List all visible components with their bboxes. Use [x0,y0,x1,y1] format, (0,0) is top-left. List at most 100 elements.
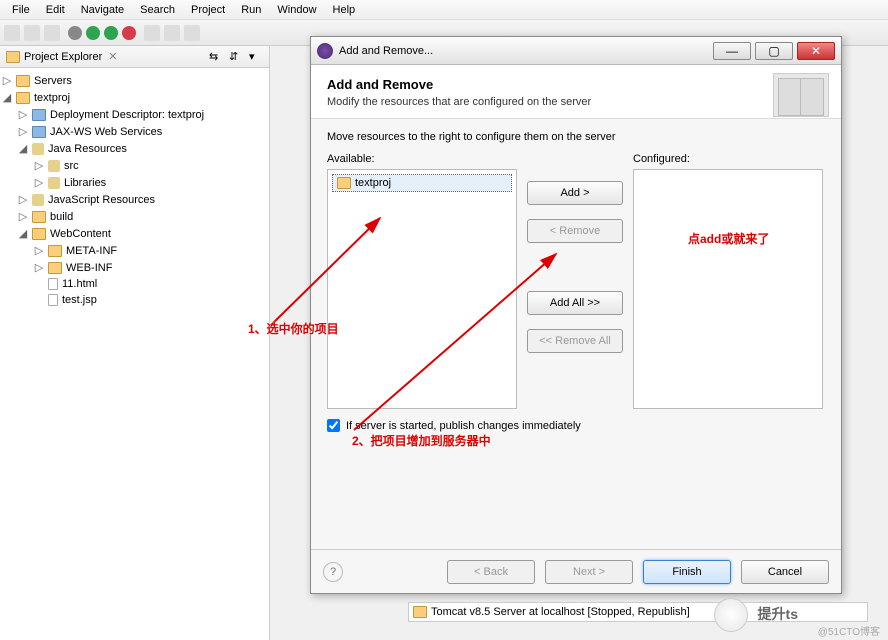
expand-icon[interactable]: ◢ [18,227,28,240]
run-icon[interactable] [86,26,100,40]
remove-all-button[interactable]: << Remove All [527,329,623,353]
search-icon[interactable] [164,25,180,41]
expand-icon[interactable]: ◢ [2,91,12,104]
tree-item-label: WEB-INF [66,262,112,274]
eclipse-icon [317,43,333,59]
expand-icon[interactable]: ▷ [34,176,44,189]
finish-button[interactable]: Finish [643,560,731,584]
menu-file[interactable]: File [4,2,38,18]
folder-icon [16,92,30,104]
server-status-label: Tomcat v8.5 Server at localhost [Stopped… [431,606,690,618]
tree-item[interactable]: 11.html [0,276,269,292]
menu-navigate[interactable]: Navigate [73,2,132,18]
expand-icon[interactable]: ▷ [34,261,44,274]
available-item-label: textproj [355,177,391,189]
tree-item[interactable]: ▷JavaScript Resources [0,191,269,208]
next-button[interactable]: Next > [545,560,633,584]
toolbar-group-file [4,25,60,41]
tree-item[interactable]: ◢ WebContent [0,225,269,242]
project-tree[interactable]: ▷Servers ◢ textproj ▷ Deployment Descriptor:… [0,68,269,312]
expand-icon[interactable]: ▷ [18,193,28,206]
expand-icon[interactable]: ▷ [34,159,44,172]
help-icon[interactable]: ? [323,562,343,582]
configured-list[interactable] [633,169,823,409]
tree-item[interactable]: ▷ Deployment Descriptor: textproj [0,106,269,123]
tree-item[interactable]: ◢ textproj [0,89,269,106]
back-button[interactable]: < Back [447,560,535,584]
stop-icon[interactable] [122,26,136,40]
dialog-subheading: Modify the resources that are configured… [327,96,825,108]
available-item-textproj[interactable]: textproj [332,174,512,192]
expand-icon[interactable]: ▷ [34,244,44,257]
tree-item[interactable]: ▷JAX-WS Web Services [0,123,269,140]
wechat-avatar-icon [714,598,748,632]
minimize-button[interactable]: — [713,42,751,60]
folder-icon [48,245,62,257]
save-icon[interactable] [24,25,40,41]
tree-item[interactable]: ▷Libraries [0,174,269,191]
tree-item[interactable]: ▷ build [0,208,269,225]
new-icon[interactable] [4,25,20,41]
menu-window[interactable]: Window [269,2,324,18]
dialog-instruction: Move resources to the right to configure… [327,131,825,143]
expand-icon[interactable]: ◢ [18,142,28,155]
tree-item-label: Deployment Descriptor: textproj [50,109,204,121]
collapse-all-icon[interactable]: ⇆ [209,50,223,64]
menu-help[interactable]: Help [325,2,364,18]
blue-icon [32,109,46,121]
transfer-buttons: Add > < Remove Add All >> << Remove All [527,153,623,409]
menu-run[interactable]: Run [233,2,269,18]
project-explorer-header: Project Explorer ✕ ⇆ ⇵ ▾ [0,46,269,68]
publish-checkbox-row[interactable]: If server is started, publish changes im… [327,419,825,432]
remove-button[interactable]: < Remove [527,219,623,243]
view-menu-icon[interactable]: ▾ [249,50,263,64]
pkg-icon [32,143,44,155]
package-icon[interactable] [144,25,160,41]
menubar: File Edit Navigate Search Project Run Wi… [0,0,888,20]
tree-item-label: Java Resources [48,143,127,155]
toolbar-group-misc [144,25,200,41]
menu-edit[interactable]: Edit [38,2,73,18]
tree-item[interactable]: ▷Servers [0,72,269,89]
save-all-icon[interactable] [44,25,60,41]
tree-item-label: META-INF [66,245,117,257]
project-explorer-title: Project Explorer [24,51,102,63]
file-icon [48,278,58,290]
tree-item-label: 11.html [62,278,97,290]
publish-checkbox-label: If server is started, publish changes im… [346,420,581,432]
tree-item[interactable]: ▷src [0,157,269,174]
view-close-icon[interactable]: ✕ [106,50,119,63]
dialog-heading: Add and Remove [327,77,825,92]
add-button[interactable]: Add > [527,181,623,205]
dialog-header: Add and Remove Modify the resources that… [311,65,841,119]
expand-icon[interactable]: ▷ [18,125,28,138]
expand-icon[interactable]: ▷ [18,210,28,223]
publish-checkbox[interactable] [327,419,340,432]
debug-icon[interactable] [68,26,82,40]
expand-icon[interactable]: ▷ [2,74,12,87]
expand-icon[interactable]: ▷ [18,108,28,121]
run-last-icon[interactable] [104,26,118,40]
tree-item-label: test.jsp [62,294,97,306]
link-editor-icon[interactable]: ⇵ [229,50,243,64]
tree-item-label: WebContent [50,228,111,240]
folder-icon [32,211,46,223]
open-type-icon[interactable] [184,25,200,41]
tree-item-label: build [50,211,73,223]
dialog-titlebar[interactable]: Add and Remove... — ▢ ✕ [311,37,841,65]
tree-item-label: textproj [34,92,70,104]
available-list[interactable]: textproj [327,169,517,409]
close-button[interactable]: ✕ [797,42,835,60]
servers-view-row[interactable]: Tomcat v8.5 Server at localhost [Stopped… [408,602,868,622]
cancel-button[interactable]: Cancel [741,560,829,584]
tree-item[interactable]: ▷ WEB-INF [0,259,269,276]
watermark: @51CTO博客 [818,623,880,638]
add-all-button[interactable]: Add All >> [527,291,623,315]
tree-item[interactable]: ◢ Java Resources [0,140,269,157]
maximize-button[interactable]: ▢ [755,42,793,60]
menu-project[interactable]: Project [183,2,233,18]
menu-search[interactable]: Search [132,2,183,18]
tree-item[interactable]: test.jsp [0,292,269,308]
tree-item[interactable]: ▷ META-INF [0,242,269,259]
pkg-icon [48,177,60,189]
